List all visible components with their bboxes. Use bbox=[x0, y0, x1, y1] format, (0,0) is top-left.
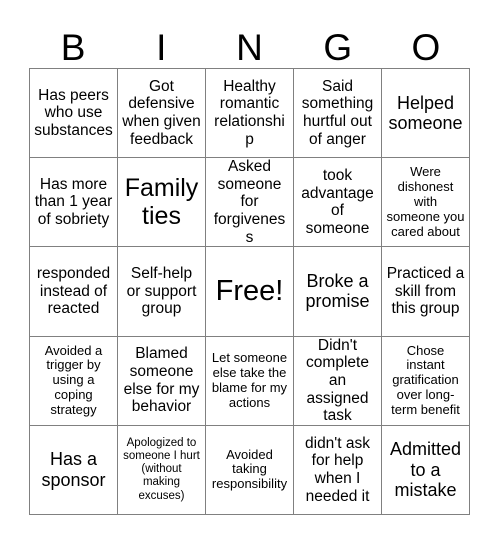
bingo-cell-r1c1[interactable]: Has peers who use substances bbox=[30, 69, 118, 159]
bingo-cell-label: Avoided a trigger by using a coping stra… bbox=[44, 342, 103, 417]
bingo-cell-r1c3[interactable]: Healthy romantic relationship bbox=[206, 69, 294, 159]
bingo-cell-label: Blamed someone else for my behavior bbox=[123, 345, 200, 416]
bingo-header-letter-o: O bbox=[411, 27, 441, 68]
bingo-cell-r4c2[interactable]: Blamed someone else for my behavior bbox=[118, 336, 206, 426]
bingo-cell-r3c5[interactable]: Practiced a skill from this group bbox=[382, 247, 470, 337]
bingo-cell-r5c4[interactable]: didn't ask for help when I needed it bbox=[294, 425, 382, 515]
bingo-cell-r2c1[interactable]: Has more than 1 year of sobriety bbox=[30, 158, 118, 248]
bingo-cell-label: Family ties bbox=[124, 173, 199, 231]
bingo-header-letter-g: G bbox=[323, 27, 353, 68]
bingo-cell-r2c2[interactable]: Family ties bbox=[118, 158, 206, 248]
bingo-cell-label: Healthy romantic relationship bbox=[214, 77, 285, 148]
bingo-cell-r4c3[interactable]: Let someone else take the blame for my a… bbox=[206, 336, 294, 426]
bingo-cell-label: Asked someone for forgiveness bbox=[213, 158, 286, 246]
bingo-cell-r3c1[interactable]: responded instead of reacted bbox=[30, 247, 118, 337]
bingo-cell-r4c1[interactable]: Avoided a trigger by using a coping stra… bbox=[30, 336, 118, 426]
bingo-cell-label: Chose instant gratification over long-te… bbox=[391, 342, 460, 417]
bingo-cell-label: took advantage of someone bbox=[301, 166, 374, 237]
bingo-cell-r1c5[interactable]: Helped someone bbox=[382, 69, 470, 159]
bingo-cell-r1c4[interactable]: Said something hurtful out of anger bbox=[294, 69, 382, 159]
bingo-header: B I N G O bbox=[29, 20, 470, 68]
bingo-header-letter-i: I bbox=[156, 27, 167, 68]
bingo-cell-label: didn't ask for help when I needed it bbox=[305, 434, 370, 505]
bingo-card: B I N G O Has peers who use substances G… bbox=[0, 0, 500, 544]
bingo-cell-label: responded instead of reacted bbox=[36, 265, 111, 318]
bingo-cell-r1c2[interactable]: Got defensive when given feedback bbox=[118, 69, 206, 159]
bingo-header-letter-b: B bbox=[60, 27, 86, 68]
bingo-cell-r2c3[interactable]: Asked someone for forgiveness bbox=[206, 158, 294, 248]
bingo-cell-label: Helped someone bbox=[388, 92, 463, 134]
bingo-cell-label: Said something hurtful out of anger bbox=[301, 77, 374, 148]
bingo-cell-r3c4[interactable]: Broke a promise bbox=[294, 247, 382, 337]
bingo-cell-label: Has a sponsor bbox=[41, 449, 106, 490]
bingo-grid: Has peers who use substances Got defensi… bbox=[29, 68, 470, 515]
bingo-cell-label: Apologized to someone I hurt (without ma… bbox=[123, 437, 200, 502]
bingo-cell-label: Has peers who use substances bbox=[34, 86, 113, 139]
bingo-cell-r4c4[interactable]: Didn't complete an assigned task bbox=[294, 336, 382, 426]
bingo-cell-r5c3[interactable]: Avoided taking responsibility bbox=[206, 425, 294, 515]
bingo-cell-r2c4[interactable]: took advantage of someone bbox=[294, 158, 382, 248]
bingo-cell-r4c5[interactable]: Chose instant gratification over long-te… bbox=[382, 336, 470, 426]
bingo-cell-r3c2[interactable]: Self-help or support group bbox=[118, 247, 206, 337]
bingo-free-space-label: Free! bbox=[215, 274, 284, 307]
bingo-cell-label: Has more than 1 year of sobriety bbox=[34, 175, 113, 229]
bingo-cell-label: Didn't complete an assigned task bbox=[306, 336, 369, 425]
bingo-cell-free-space[interactable]: Free! bbox=[206, 247, 294, 337]
bingo-cell-label: Were dishonest with someone you cared ab… bbox=[386, 164, 465, 239]
bingo-cell-r5c2[interactable]: Apologized to someone I hurt (without ma… bbox=[118, 425, 206, 515]
bingo-cell-label: Broke a promise bbox=[305, 270, 370, 312]
bingo-cell-label: Got defensive when given feedback bbox=[122, 77, 201, 148]
bingo-cell-r5c5[interactable]: Admitted to a mistake bbox=[382, 425, 470, 515]
bingo-cell-label: Avoided taking responsibility bbox=[211, 446, 288, 492]
bingo-cell-r2c5[interactable]: Were dishonest with someone you cared ab… bbox=[382, 158, 470, 248]
bingo-cell-label: Self-help or support group bbox=[126, 265, 197, 318]
bingo-cell-label: Practiced a skill from this group bbox=[386, 265, 465, 318]
bingo-cell-r5c1[interactable]: Has a sponsor bbox=[30, 425, 118, 515]
bingo-cell-label: Admitted to a mistake bbox=[389, 439, 462, 501]
bingo-cell-label: Let someone else take the blame for my a… bbox=[211, 350, 288, 410]
bingo-header-letter-n: N bbox=[236, 27, 263, 68]
